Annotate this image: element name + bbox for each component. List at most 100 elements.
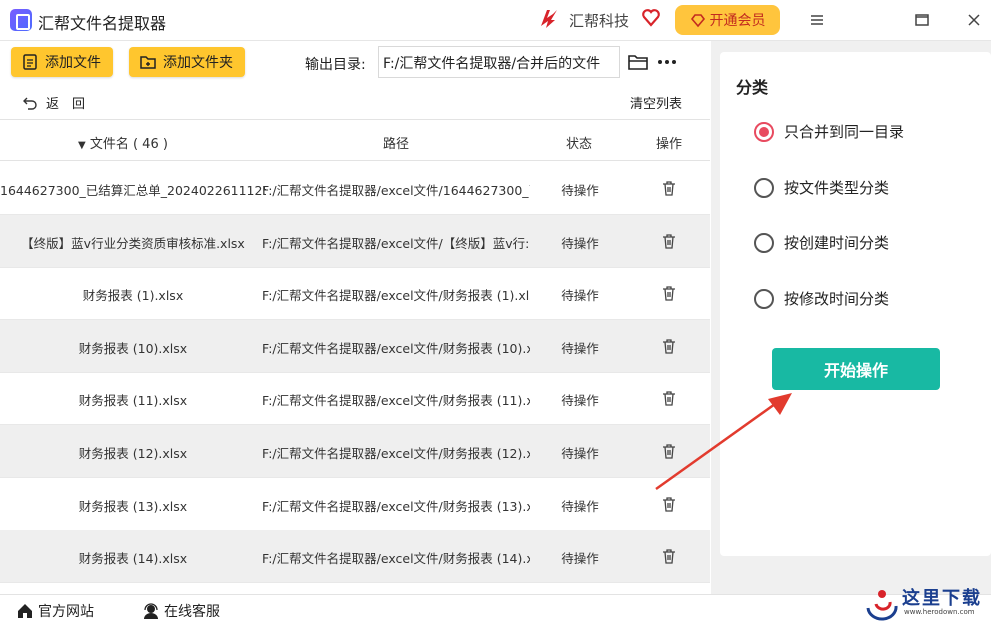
watermark-logo-icon (866, 590, 898, 621)
radio-indicator (754, 288, 774, 309)
table-row[interactable]: 财务报表 (14).xlsx F:/汇帮文件名提取器/excel文件/财务报表 (… (0, 530, 710, 584)
table-row[interactable]: 财务报表 (11).xlsx F:/汇帮文件名提取器/excel文件/财务报表 (… (0, 372, 710, 426)
table-row[interactable]: 财务报表 (10).xlsx F:/汇帮文件名提取器/excel文件/财务报表 (… (0, 319, 710, 373)
file-path-cell: F:/汇帮文件名提取器/excel文件/财务报表 (10).x (262, 340, 530, 356)
file-path-cell: F:/汇帮文件名提取器/excel文件/1644627300_已 (262, 183, 530, 198)
radio-label: 按修改时间分类 (784, 290, 890, 308)
add-folder-button[interactable]: 添加文件夹 (129, 47, 245, 77)
radio-by-modified[interactable]: 按修改时间分类 (754, 288, 889, 309)
back-button[interactable]: 返 回 (22, 93, 85, 112)
file-name-cell: 财务报表 (12).xlsx (78, 446, 188, 461)
add-folder-label: 添加文件夹 (163, 55, 233, 71)
output-dir-input[interactable]: F:/汇帮文件名提取器/合并后的文件 (378, 46, 620, 78)
add-folder-icon (140, 56, 156, 69)
add-file-button[interactable]: 添加文件 (11, 47, 113, 77)
hamburger-icon (811, 15, 823, 25)
official-site-link[interactable]: 官方网站 (16, 601, 94, 621)
vip-label: 开通会员 (709, 13, 766, 29)
header-op: 操作 (656, 137, 683, 152)
headset-icon (144, 603, 158, 619)
file-name-cell: 财务报表 (14).xlsx (78, 551, 188, 567)
radio-indicator (754, 232, 774, 253)
status-cell: 待操作 (561, 393, 599, 409)
title-bar: 汇帮文件名提取器 汇帮科技 开通会员 (0, 0, 991, 41)
radio-by-type[interactable]: 按文件类型分类 (754, 177, 889, 198)
trash-icon[interactable] (661, 233, 677, 249)
back-label: 返 回 (46, 97, 86, 112)
watermark: 这里下载 www.herodown.com (858, 582, 991, 622)
watermark-text: 这里下载 (902, 588, 982, 609)
table-header: ▼ 文件名 ( 46 ) 路径 状态 操作 (0, 120, 710, 161)
maximize-icon (915, 14, 929, 26)
radio-by-created[interactable]: 按创建时间分类 (754, 232, 889, 253)
status-cell: 待操作 (561, 235, 599, 251)
add-file-label: 添加文件 (45, 55, 101, 71)
file-table: ▼ 文件名 ( 46 ) 路径 状态 操作 1644627300_已结算汇总单_… (0, 119, 710, 593)
annotation-arrow-icon (655, 393, 792, 491)
file-name-cell: 财务报表 (10).xlsx (78, 340, 188, 356)
trash-icon[interactable] (661, 338, 677, 354)
table-row[interactable]: 财务报表 (13).xlsx F:/汇帮文件名提取器/excel文件/财务报表 (… (0, 478, 710, 531)
status-cell: 待操作 (561, 288, 599, 304)
header-path: 路径 (383, 137, 410, 152)
back-arrow-icon (23, 97, 37, 110)
official-site-label: 官方网站 (38, 604, 94, 620)
header-name[interactable]: ▼ 文件名 ( 46 ) (78, 133, 168, 152)
file-path-cell: F:/汇帮文件名提取器/excel文件/财务报表 (1).xls (262, 288, 530, 304)
radio-same-dir[interactable]: 只合并到同一目录 (754, 121, 904, 142)
status-cell: 待操作 (561, 551, 599, 567)
trash-icon[interactable] (661, 496, 677, 512)
menu-button[interactable] (805, 8, 829, 32)
diamond-icon (690, 14, 705, 28)
output-dir-label: 输出目录: (305, 57, 366, 73)
table-row[interactable]: 财务报表 (1).xlsx F:/汇帮文件名提取器/excel文件/财务报表 (1… (0, 267, 710, 321)
file-name-cell: 财务报表 (1).xlsx (82, 288, 184, 304)
close-button[interactable] (962, 8, 986, 32)
more-icon[interactable] (656, 53, 678, 71)
radio-indicator-selected (754, 121, 774, 142)
table-row[interactable]: 财务报表 (12).xlsx F:/汇帮文件名提取器/excel文件/财务报表 (… (0, 425, 710, 478)
clear-list-button[interactable]: 清空列表 (630, 93, 682, 112)
category-title: 分类 (736, 78, 769, 97)
folder-icon[interactable] (628, 53, 648, 71)
radio-label: 按文件类型分类 (784, 179, 890, 197)
status-cell: 待操作 (561, 183, 599, 198)
header-name-label: 文件名 ( 46 ) (89, 137, 168, 152)
watermark-url: www.herodown.com (904, 608, 975, 616)
brand-name: 汇帮科技 (569, 12, 630, 30)
file-path-cell: F:/汇帮文件名提取器/excel文件/财务报表 (12).x (262, 446, 530, 461)
header-status: 状态 (566, 137, 593, 152)
trash-icon[interactable] (661, 180, 677, 196)
radio-indicator (754, 177, 774, 198)
status-cell: 待操作 (561, 498, 599, 514)
file-name-cell: 1644627300_已结算汇总单_20240226111259.c (0, 183, 266, 198)
app-title: 汇帮文件名提取器 (38, 14, 167, 33)
sort-down-icon: ▼ (78, 140, 86, 151)
radio-label: 只合并到同一目录 (784, 123, 905, 141)
add-file-icon (23, 54, 37, 70)
status-cell: 待操作 (561, 446, 599, 461)
status-cell: 待操作 (561, 340, 599, 356)
file-name-cell: 财务报表 (13).xlsx (78, 498, 188, 514)
home-icon (18, 604, 32, 618)
online-service-link[interactable]: 在线客服 (142, 601, 220, 621)
table-row[interactable]: 1644627300_已结算汇总单_20240226111259.c F:/汇帮文… (0, 162, 710, 215)
footer-bar: 官方网站 在线客服 (0, 594, 991, 622)
file-name-cell: 【终版】蓝v行业分类资质审核标准.xlsx (21, 235, 245, 251)
app-logo-icon (10, 9, 32, 31)
table-row[interactable]: 【终版】蓝v行业分类资质审核标准.xlsx F:/汇帮文件名提取器/excel文件… (0, 214, 710, 268)
online-service-label: 在线客服 (164, 604, 220, 620)
start-button[interactable]: 开始操作 (772, 348, 940, 390)
radio-label: 按创建时间分类 (784, 234, 890, 252)
file-path-cell: F:/汇帮文件名提取器/excel文件/财务报表 (14).x (262, 551, 530, 567)
file-path-cell: F:/汇帮文件名提取器/excel文件/【终版】蓝v行: (262, 235, 530, 251)
file-path-cell: F:/汇帮文件名提取器/excel文件/财务报表 (11).x (262, 393, 530, 409)
maximize-button[interactable] (910, 8, 934, 32)
file-path-cell: F:/汇帮文件名提取器/excel文件/财务报表 (13).x (262, 498, 530, 514)
trash-icon[interactable] (661, 285, 677, 301)
trash-icon[interactable] (661, 548, 677, 564)
close-icon (968, 14, 980, 26)
heart-badge-icon (642, 9, 660, 27)
file-name-cell: 财务报表 (11).xlsx (78, 393, 188, 409)
vip-button[interactable]: 开通会员 (675, 5, 780, 35)
